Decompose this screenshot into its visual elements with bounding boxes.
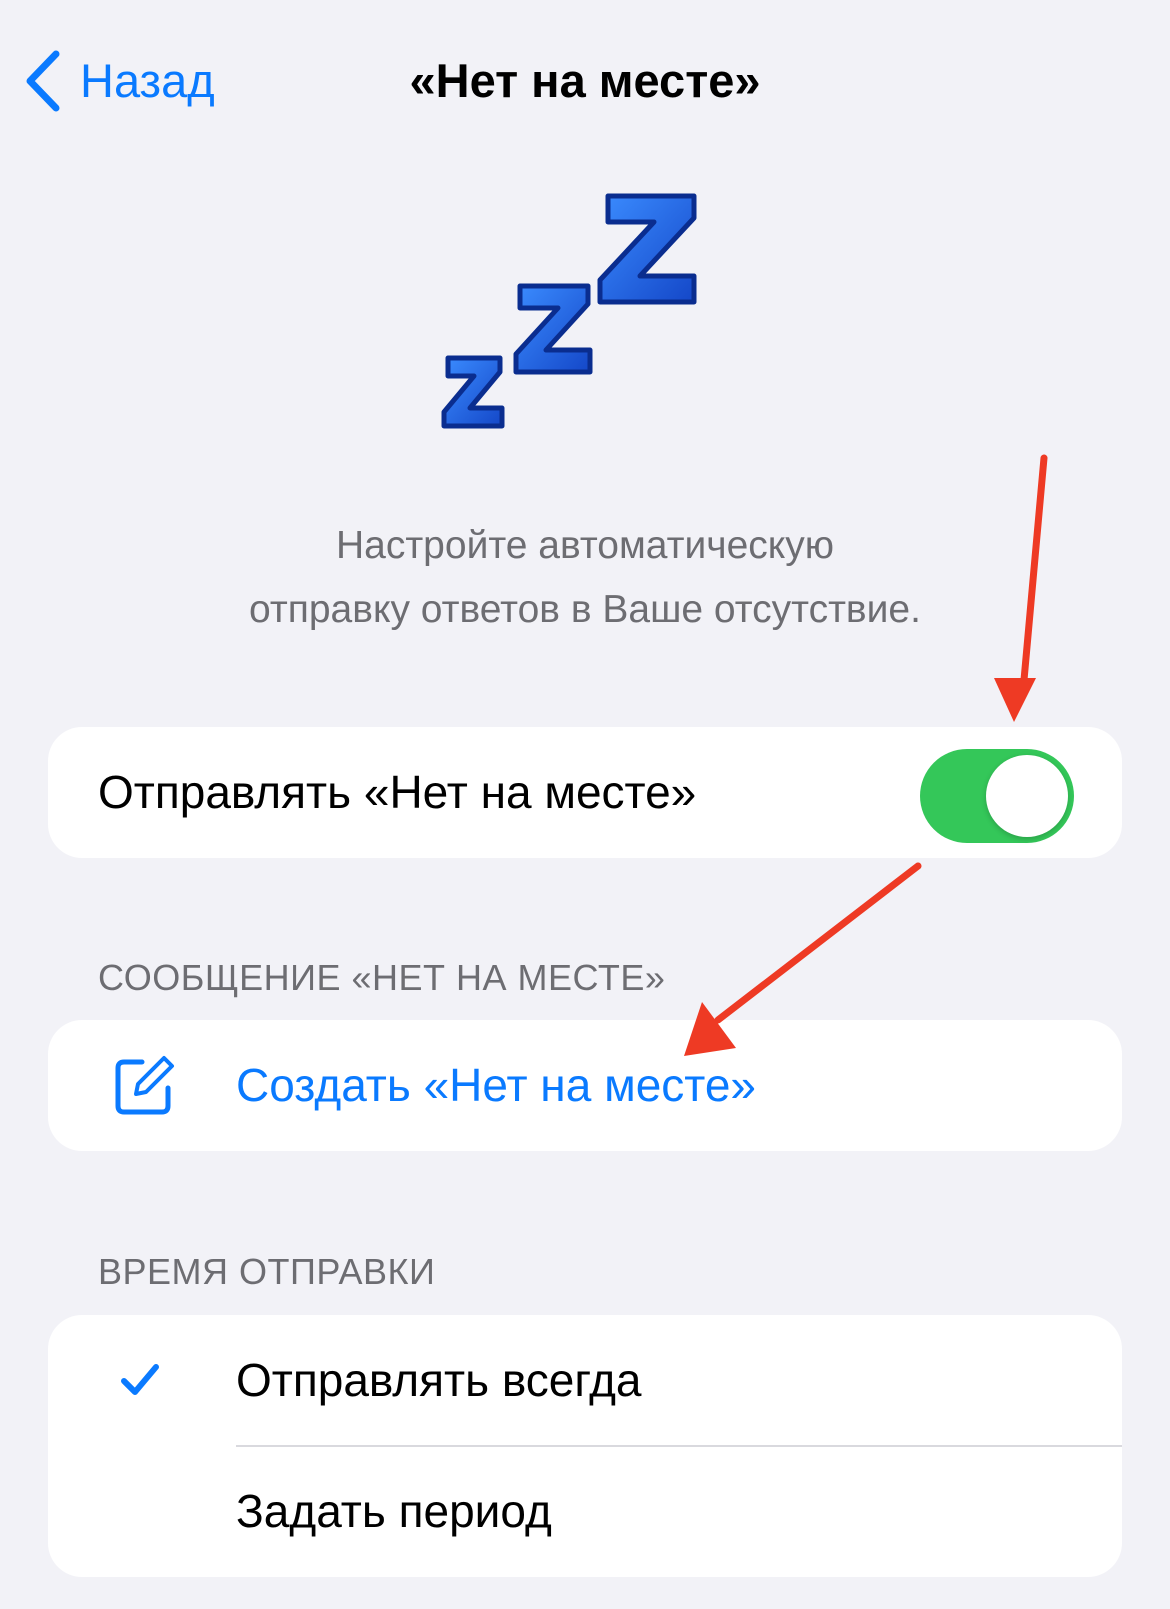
message-section-header: СООБЩЕНИЕ «НЕТ НА МЕСТЕ» [98, 957, 666, 998]
auto-reply-toggle-label: Отправлять «Нет на месте» [98, 766, 697, 818]
page-title: «Нет на месте» [409, 54, 761, 107]
description-line-2: отправку ответов в Ваше отсутствие. [249, 588, 921, 631]
option-set-period-label: Задать период [236, 1485, 552, 1537]
compose-icon [115, 1056, 174, 1115]
zzz-sleep-icon [441, 193, 697, 429]
option-send-always[interactable]: Отправлять всегда [48, 1315, 1122, 1447]
checkmark-icon [121, 1364, 159, 1395]
navigation-bar: Назад «Нет на месте» [0, 0, 1170, 165]
description-text: Настройте автоматическую отправку ответо… [100, 514, 1070, 642]
compose-message-button[interactable]: Создать «Нет на месте» [48, 1020, 1122, 1151]
option-send-always-label: Отправлять всегда [236, 1354, 642, 1406]
auto-reply-switch[interactable] [920, 749, 1074, 843]
timing-section-header: ВРЕМЯ ОТПРАВКИ [98, 1251, 436, 1292]
timing-options-card: Отправлять всегда Задать период [48, 1315, 1122, 1577]
compose-message-label: Создать «Нет на месте» [236, 1059, 756, 1111]
switch-knob [986, 755, 1068, 837]
description-line-1: Настройте автоматическую [335, 524, 835, 567]
auto-reply-toggle-card: Отправлять «Нет на месте» [48, 727, 1122, 858]
option-set-period[interactable]: Задать период [48, 1446, 1122, 1577]
